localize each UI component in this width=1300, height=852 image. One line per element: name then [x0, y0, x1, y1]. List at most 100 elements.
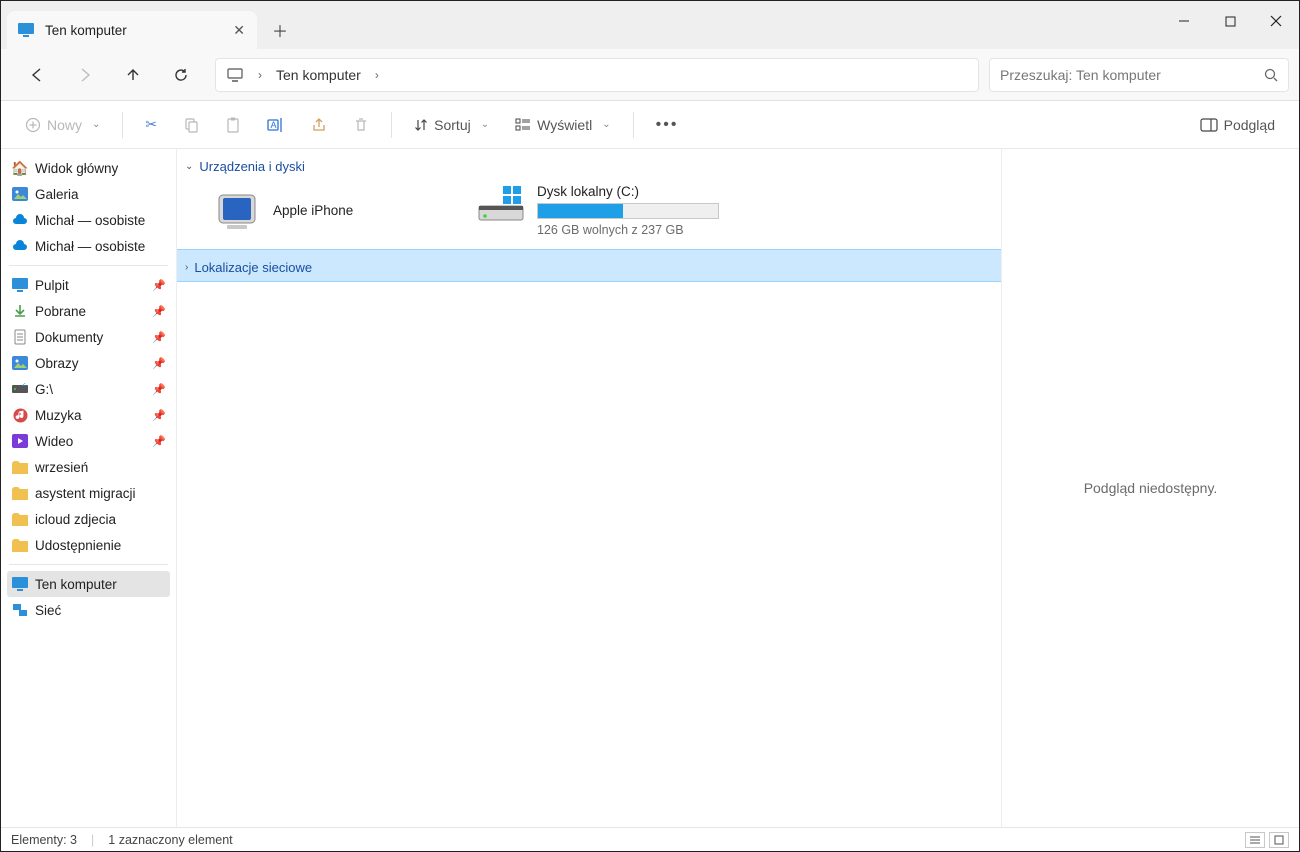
close-tab-icon[interactable]: ✕	[233, 22, 245, 39]
window-tab[interactable]: Ten komputer ✕	[7, 11, 257, 49]
content-pane[interactable]: ⌄ Urządzenia i dyski Apple iPhone	[177, 149, 1001, 827]
delete-button[interactable]	[343, 108, 379, 142]
monitor-icon	[226, 66, 244, 84]
pin-icon: 📌	[152, 383, 166, 396]
new-tab-button[interactable]: ＋	[263, 13, 297, 47]
status-item-count: Elementy: 3	[11, 833, 77, 847]
titlebar: Ten komputer ✕ ＋	[1, 1, 1299, 49]
search-icon	[1264, 68, 1278, 82]
breadcrumb[interactable]: Ten komputer	[276, 67, 361, 83]
close-window-button[interactable]	[1253, 1, 1299, 41]
drive-label: Dysk lokalny (C:)	[537, 184, 719, 199]
network-icon	[11, 601, 29, 619]
devices-and-drives: Apple iPhone	[177, 180, 1001, 249]
more-button[interactable]: •••	[646, 108, 689, 142]
copy-button[interactable]	[173, 108, 209, 142]
sidebar-item-label: Muzyka	[35, 408, 82, 423]
sidebar-item-quick[interactable]: Udostępnienie	[7, 532, 170, 558]
chevron-right-icon[interactable]: ›	[258, 68, 262, 82]
copy-icon	[183, 117, 199, 133]
chevron-down-icon: ⌄	[602, 119, 610, 130]
pin-icon: 📌	[152, 331, 166, 344]
folder-icon	[11, 276, 29, 294]
ellipsis-icon: •••	[656, 116, 679, 134]
folder-icon	[11, 302, 29, 320]
trash-icon	[353, 117, 369, 133]
sidebar-item-quick[interactable]: Wideo 📌	[7, 428, 170, 454]
share-icon	[311, 117, 327, 133]
gallery-icon	[11, 185, 29, 203]
sidebar-item-onedrive[interactable]: Michał — osobiste	[7, 207, 170, 233]
maximize-button[interactable]	[1207, 1, 1253, 41]
back-button[interactable]	[13, 55, 61, 95]
view-icons-button[interactable]	[1269, 832, 1289, 848]
preview-empty-text: Podgląd niedostępny.	[1084, 480, 1218, 496]
search-input[interactable]: Przeszukaj: Ten komputer	[989, 58, 1289, 92]
pin-icon: 📌	[152, 357, 166, 370]
paste-icon	[225, 117, 241, 133]
folder-icon	[11, 536, 29, 554]
sidebar-item-quick[interactable]: Pobrane 📌	[7, 298, 170, 324]
rename-button[interactable]: A	[257, 108, 295, 142]
share-button[interactable]	[301, 108, 337, 142]
pin-icon: 📌	[152, 435, 166, 448]
sidebar-item-label: icloud zdjecia	[35, 512, 116, 527]
sidebar-item-label: Dokumenty	[35, 330, 103, 345]
sidebar-item-label: Pobrane	[35, 304, 86, 319]
sort-button[interactable]: Sortuj ⌄	[404, 108, 499, 142]
sidebar-item-quick[interactable]: Muzyka 📌	[7, 402, 170, 428]
drive-usage-bar	[537, 203, 719, 219]
folder-icon	[11, 458, 29, 476]
sidebar-item-quick[interactable]: asystent migracji	[7, 480, 170, 506]
view-button[interactable]: Wyświetl ⌄	[505, 108, 621, 142]
forward-button[interactable]	[61, 55, 109, 95]
folder-icon	[11, 406, 29, 424]
drive-item[interactable]: Dysk lokalny (C:) 126 GB wolnych z 237 G…	[477, 184, 757, 237]
sidebar-item-onedrive[interactable]: Michał — osobiste	[7, 233, 170, 259]
sidebar-item-label: wrzesień	[35, 460, 88, 475]
folder-icon	[11, 484, 29, 502]
chevron-down-icon: ⌄	[92, 119, 100, 130]
minimize-button[interactable]	[1161, 1, 1207, 41]
sidebar-item-label: Obrazy	[35, 356, 79, 371]
address-bar[interactable]: › Ten komputer ›	[215, 58, 979, 92]
up-button[interactable]	[109, 55, 157, 95]
device-item[interactable]: Apple iPhone	[213, 184, 453, 237]
sidebar-item-quick[interactable]: icloud zdjecia	[7, 506, 170, 532]
sidebar-item-label: Wideo	[35, 434, 73, 449]
paste-button[interactable]	[215, 108, 251, 142]
sidebar-item-quick[interactable]: Dokumenty 📌	[7, 324, 170, 350]
main-area: ⌄ Urządzenia i dyski Apple iPhone	[177, 149, 1299, 827]
sidebar-item-label: asystent migracji	[35, 486, 136, 501]
toolbar: Nowy ⌄ ✂ A Sortuj ⌄ Wyświetl ⌄ ••• Podgl…	[1, 101, 1299, 149]
separator	[122, 112, 123, 138]
pin-icon: 📌	[152, 279, 166, 292]
folder-icon	[11, 354, 29, 372]
sidebar-item-quick[interactable]: wrzesień	[7, 454, 170, 480]
sidebar-item-quick[interactable]: Obrazy 📌	[7, 350, 170, 376]
sidebar-item-quick[interactable]: 2G:\📌	[7, 376, 170, 402]
separator	[9, 265, 168, 266]
navigation-pane: 🏠 Widok główny Galeria Michał — osobiste…	[1, 149, 177, 827]
group-header-network[interactable]: › Lokalizacje sieciowe	[177, 249, 1001, 282]
pin-icon: 📌	[152, 409, 166, 422]
tab-title: Ten komputer	[45, 23, 127, 38]
sidebar-item-thispc[interactable]: Ten komputer	[7, 571, 170, 597]
pin-icon: 📌	[152, 305, 166, 318]
refresh-button[interactable]	[157, 55, 205, 95]
home-icon: 🏠	[11, 159, 29, 177]
cloud-icon	[11, 237, 29, 255]
sidebar-item-gallery[interactable]: Galeria	[7, 181, 170, 207]
folder-icon	[11, 510, 29, 528]
sidebar-item-home[interactable]: 🏠 Widok główny	[7, 155, 170, 181]
view-details-button[interactable]	[1245, 832, 1265, 848]
new-button[interactable]: Nowy ⌄	[15, 108, 110, 142]
sidebar-item-network[interactable]: Sieć	[7, 597, 170, 623]
sidebar-item-quick[interactable]: Pulpit📌	[7, 272, 170, 298]
chevron-right-icon[interactable]: ›	[375, 68, 379, 82]
cut-button[interactable]: ✂	[135, 108, 167, 142]
sidebar-item-label: Udostępnienie	[35, 538, 121, 553]
details-pane-button[interactable]: Podgląd	[1190, 108, 1285, 142]
body: 🏠 Widok główny Galeria Michał — osobiste…	[1, 149, 1299, 827]
group-header-devices[interactable]: ⌄ Urządzenia i dyski	[177, 149, 1001, 180]
